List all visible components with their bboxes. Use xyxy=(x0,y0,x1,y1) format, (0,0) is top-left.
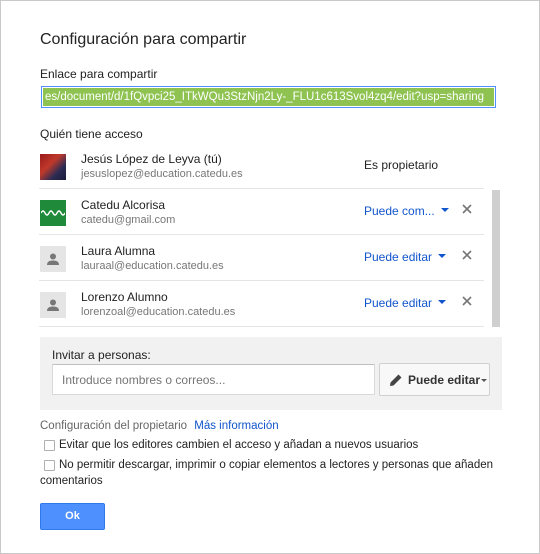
caret-down-icon xyxy=(481,379,487,382)
disable-download-label-cont: comentarios xyxy=(40,475,103,487)
owner-settings: Configuración del propietario Más inform… xyxy=(40,420,279,432)
person-email: lauraal@education.catedu.es xyxy=(81,260,224,272)
permission-label: Puede editar xyxy=(364,296,433,310)
access-row: Lorenzo Alumno lorenzoal@education.cated… xyxy=(39,281,484,327)
invite-permission-label: Puede editar xyxy=(408,373,481,387)
ok-button[interactable]: Ok xyxy=(40,503,105,530)
person-email: catedu@gmail.com xyxy=(81,214,176,226)
invite-input[interactable] xyxy=(52,364,375,395)
permission-dropdown[interactable]: Puede editar xyxy=(364,250,447,264)
share-link-value[interactable]: es/document/d/1fQvpci25_ITkWQu3StzNjn2Ly… xyxy=(43,88,494,106)
invite-panel: Invitar a personas: Puede editar xyxy=(40,337,502,410)
access-list-scrollbar[interactable] xyxy=(492,190,500,327)
permission-label: Puede com... xyxy=(364,204,435,218)
caret-down-icon xyxy=(440,207,449,212)
invite-permission-button[interactable]: Puede editar xyxy=(379,363,490,396)
access-row: Laura Alumna lauraal@education.catedu.es… xyxy=(39,235,484,281)
prevent-editors-label: Evitar que los editores cambien el acces… xyxy=(59,439,419,451)
remove-person-button[interactable] xyxy=(460,200,474,220)
person-name: Jesús López de Leyva (tú) xyxy=(81,152,222,166)
owner-role-label: Es propietario xyxy=(364,158,439,172)
access-row-owner: Jesús López de Leyva (tú) jesuslopez@edu… xyxy=(39,143,484,189)
close-icon xyxy=(462,204,472,214)
remove-person-button[interactable] xyxy=(460,292,474,312)
person-name: Laura Alumna xyxy=(81,244,156,258)
close-icon xyxy=(462,250,472,260)
photo-avatar xyxy=(40,154,66,180)
logo-wave-icon xyxy=(41,210,65,216)
more-info-link[interactable]: Más información xyxy=(194,420,278,432)
person-icon xyxy=(40,292,66,318)
logo-avatar xyxy=(40,200,66,226)
share-settings-dialog: Configuración para compartir Enlace para… xyxy=(0,0,540,554)
who-has-access-label: Quién tiene acceso xyxy=(40,127,143,141)
caret-down-icon xyxy=(438,299,447,304)
person-email: lorenzoal@education.catedu.es xyxy=(81,306,236,318)
person-email: jesuslopez@education.catedu.es xyxy=(81,168,243,180)
dialog-title: Configuración para compartir xyxy=(40,31,247,48)
permission-dropdown[interactable]: Puede editar xyxy=(364,296,447,310)
permission-dropdown[interactable]: Puede com... xyxy=(364,204,449,218)
share-link-field[interactable]: es/document/d/1fQvpci25_ITkWQu3StzNjn2Ly… xyxy=(41,86,496,108)
share-link-label: Enlace para compartir xyxy=(40,67,158,81)
close-icon xyxy=(462,296,472,306)
prevent-editors-checkbox[interactable] xyxy=(44,440,55,451)
person-icon xyxy=(40,246,66,272)
disable-download-label: No permitir descargar, imprimir o copiar… xyxy=(59,459,494,471)
person-name: Catedu Alcorisa xyxy=(81,198,166,212)
owner-settings-label: Configuración del propietario xyxy=(40,420,188,432)
remove-person-button[interactable] xyxy=(460,246,474,266)
disable-download-checkbox[interactable] xyxy=(44,460,55,471)
caret-down-icon xyxy=(438,253,447,258)
access-row: Catedu Alcorisa catedu@gmail.com Puede c… xyxy=(39,189,484,235)
invite-label: Invitar a personas: xyxy=(52,348,151,362)
pencil-icon xyxy=(390,374,402,386)
access-list[interactable]: Jesús López de Leyva (tú) jesuslopez@edu… xyxy=(39,143,502,328)
person-name: Lorenzo Alumno xyxy=(81,290,168,304)
permission-label: Puede editar xyxy=(364,250,433,264)
